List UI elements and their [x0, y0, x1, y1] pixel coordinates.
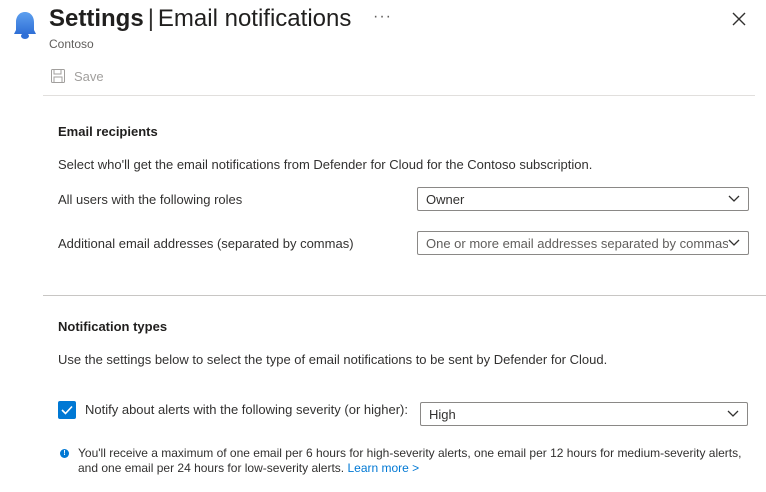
additional-emails-label: Additional email addresses (separated by…	[58, 236, 354, 251]
learn-more-link[interactable]: Learn more >	[347, 461, 419, 475]
alert-severity-checkbox[interactable]	[58, 401, 76, 419]
chevron-down-icon	[728, 195, 740, 202]
email-recipients-heading: Email recipients	[58, 124, 158, 139]
roles-label: All users with the following roles	[58, 192, 243, 207]
chevron-down-icon	[727, 410, 739, 417]
severity-dropdown-value: High	[429, 406, 456, 422]
severity-dropdown[interactable]: High	[420, 402, 748, 426]
title-separator: |	[147, 5, 154, 32]
page-title-sub: Email notifications	[157, 5, 352, 32]
info-message: You'll receive a maximum of one email pe…	[78, 446, 750, 476]
roles-dropdown[interactable]: Owner	[417, 187, 749, 211]
section-divider	[43, 295, 766, 296]
save-button[interactable]: Save	[50, 68, 104, 84]
toolbar-divider	[43, 95, 755, 96]
alert-severity-label: Notify about alerts with the following s…	[85, 402, 408, 417]
additional-emails-placeholder: One or more email addresses separated by…	[426, 235, 728, 251]
notification-types-description: Use the settings below to select the typ…	[58, 352, 608, 367]
roles-dropdown-value: Owner	[426, 191, 465, 207]
save-icon	[51, 69, 65, 83]
checkmark-icon	[61, 405, 73, 415]
chevron-down-icon	[728, 239, 740, 246]
info-icon: !	[60, 449, 69, 458]
additional-emails-field[interactable]: One or more email addresses separated by…	[417, 231, 749, 255]
more-options-button[interactable]: ···	[373, 8, 392, 26]
page-title-main: Settings	[49, 5, 144, 32]
bell-icon	[14, 12, 36, 39]
email-recipients-description: Select who'll get the email notification…	[58, 157, 593, 172]
notification-types-heading: Notification types	[58, 319, 168, 334]
page-title: Settings | Email notifications	[49, 5, 351, 33]
save-button-label: Save	[74, 68, 104, 84]
close-icon[interactable]	[730, 10, 748, 28]
page-subtitle: Contoso	[49, 37, 94, 51]
